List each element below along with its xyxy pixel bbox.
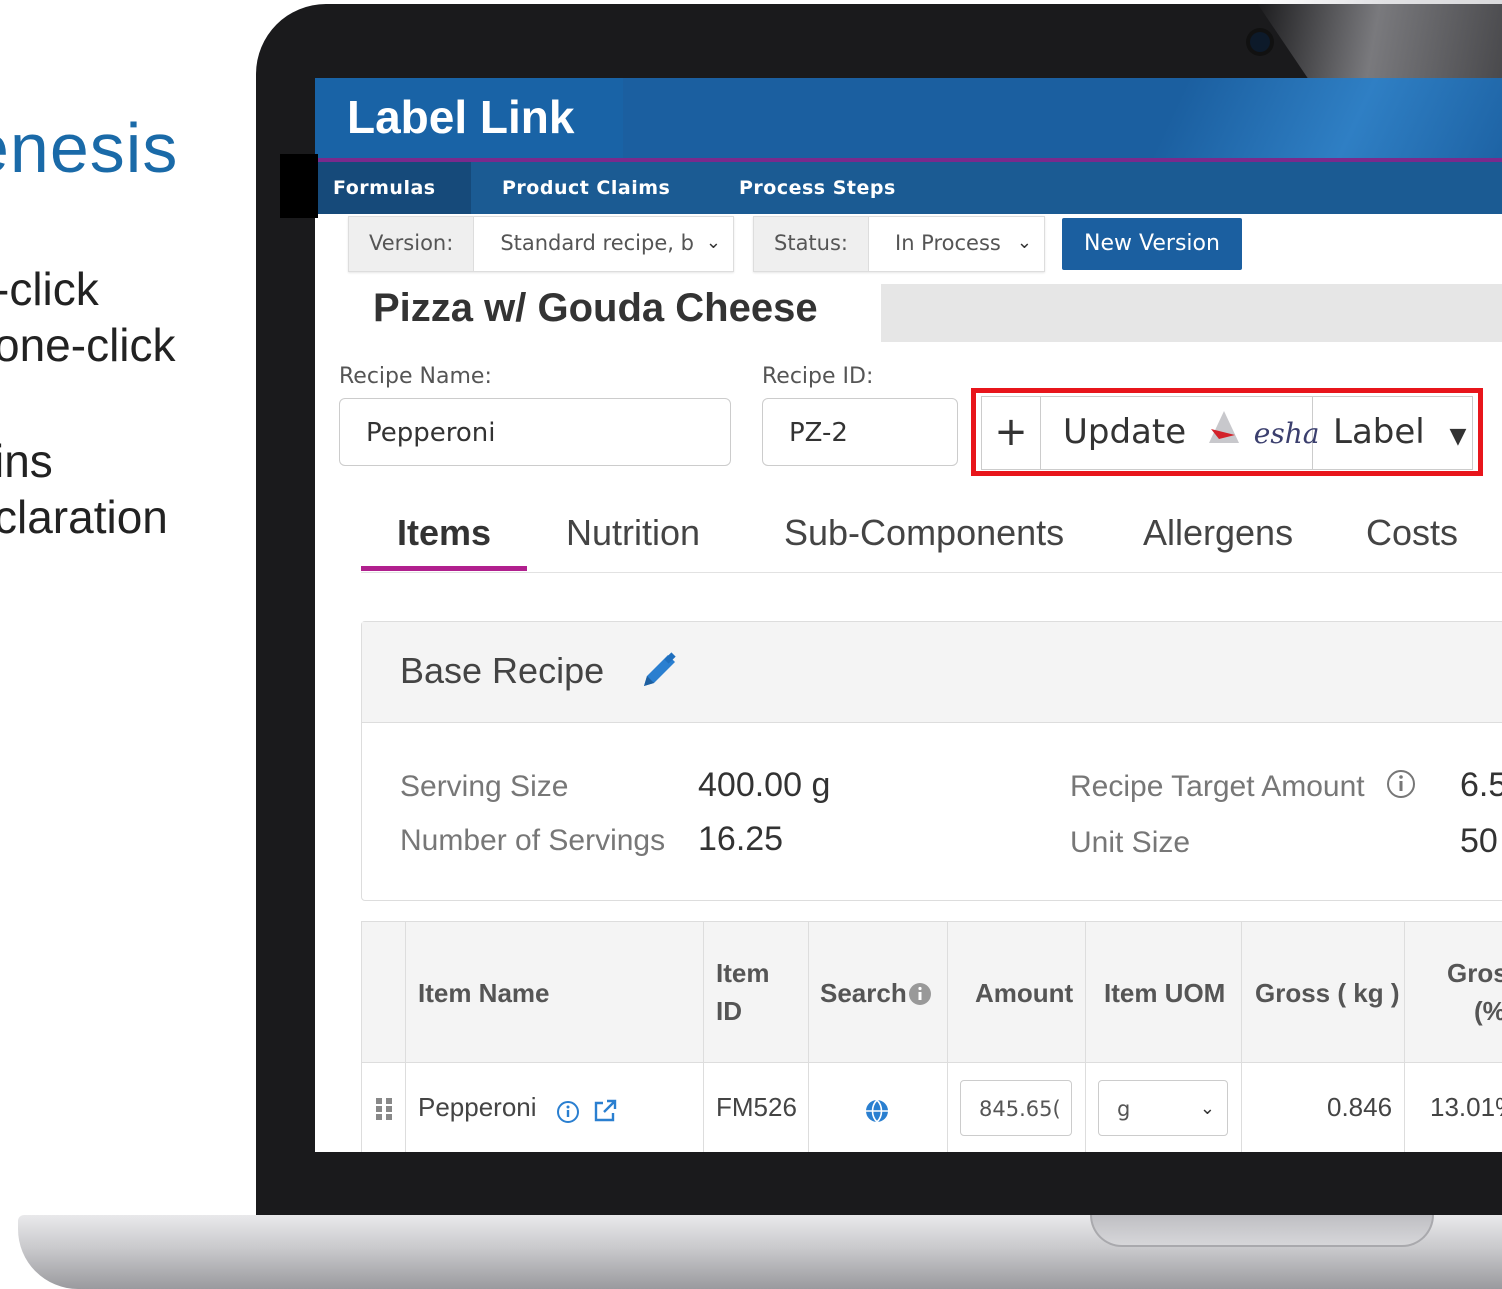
tabs-divider bbox=[361, 572, 1502, 573]
row-item-name: Pepperoni bbox=[418, 1092, 537, 1122]
column-divider bbox=[405, 922, 406, 1152]
slide-title: enesis bbox=[0, 109, 179, 187]
base-recipe-title: Base Recipe bbox=[400, 650, 605, 691]
row-gross-pct: 13.01% bbox=[1430, 1092, 1502, 1122]
row-gross-kg: 0.846 bbox=[1327, 1092, 1393, 1122]
camera-icon bbox=[1250, 32, 1270, 52]
chevron-down-icon: ⌄ bbox=[1016, 232, 1032, 253]
version-select[interactable]: Version: Standard recipe, b ⌄ bbox=[348, 216, 734, 272]
col-gross-kg[interactable]: Gross ( kg ) bbox=[1255, 974, 1399, 1012]
status-label: Status: bbox=[754, 217, 869, 271]
recipe-name-label: Recipe Name: bbox=[339, 364, 492, 389]
column-divider bbox=[1241, 922, 1242, 1152]
col-item-uom[interactable]: Item UOM bbox=[1104, 974, 1225, 1012]
col-search[interactable]: Search bbox=[820, 974, 907, 1012]
slide-bullet-2: one-click bbox=[0, 319, 176, 371]
active-tab-indicator bbox=[361, 566, 527, 571]
nav-product-claims[interactable]: Product Claims bbox=[502, 162, 670, 214]
col-item-id-line1[interactable]: Item bbox=[716, 954, 769, 992]
unit-size-label: Unit Size bbox=[1070, 826, 1191, 859]
status-value[interactable]: In Process ⌄ bbox=[869, 217, 1044, 271]
servings-label: Number of Servings bbox=[400, 824, 666, 857]
col-amount[interactable]: Amount bbox=[975, 974, 1073, 1012]
info-filled-icon[interactable] bbox=[908, 982, 932, 1010]
pencil-icon[interactable] bbox=[638, 650, 680, 696]
slide-bullet-1: -click bbox=[0, 263, 99, 315]
info-icon[interactable] bbox=[1385, 768, 1417, 804]
drag-handle-icon[interactable] bbox=[374, 1096, 394, 1126]
base-recipe-panel: Base Recipe Serving Size 400.00 g Number… bbox=[361, 621, 1502, 901]
main-nav: Formulas Product Claims Process Steps bbox=[315, 162, 1502, 214]
col-item-id-line2[interactable]: ID bbox=[716, 992, 742, 1030]
nav-process-steps[interactable]: Process Steps bbox=[739, 162, 896, 214]
target-amount-value: 6.5 bbox=[1460, 766, 1502, 804]
col-gross-pct-line2[interactable]: (% bbox=[1474, 992, 1502, 1030]
tab-costs[interactable]: Costs bbox=[1366, 512, 1458, 554]
amount-input[interactable]: 845.65( bbox=[960, 1080, 1072, 1136]
title-bar bbox=[881, 284, 1502, 342]
column-divider bbox=[1404, 922, 1405, 1152]
slide-bullet-4: claration bbox=[0, 491, 168, 543]
recipe-id-input[interactable]: PZ-2 bbox=[762, 398, 958, 466]
chevron-down-icon: ⌄ bbox=[705, 232, 721, 253]
status-select[interactable]: Status: In Process ⌄ bbox=[753, 216, 1045, 272]
unit-size-value: 50 bbox=[1460, 822, 1498, 860]
column-divider bbox=[1085, 922, 1086, 1152]
chevron-down-icon: ⌄ bbox=[1199, 1098, 1215, 1119]
uom-select[interactable]: g ⌄ bbox=[1098, 1080, 1228, 1136]
uom-value: g bbox=[1117, 1097, 1131, 1121]
recipe-name-input[interactable]: Pepperoni bbox=[339, 398, 731, 466]
col-item-name[interactable]: Item Name bbox=[418, 974, 550, 1012]
tab-nutrition[interactable]: Nutrition bbox=[566, 512, 700, 554]
bezel-tab bbox=[280, 154, 318, 218]
new-version-button[interactable]: New Version bbox=[1062, 218, 1242, 270]
col-gross-pct-line1[interactable]: Gros bbox=[1447, 954, 1502, 992]
page-title: Pizza w/ Gouda Cheese bbox=[373, 286, 818, 330]
tab-allergens[interactable]: Allergens bbox=[1143, 512, 1293, 554]
servings-value: 16.25 bbox=[698, 820, 784, 858]
version-value-text: Standard recipe, b bbox=[500, 231, 694, 255]
version-value[interactable]: Standard recipe, b ⌄ bbox=[474, 217, 733, 271]
target-amount-label: Recipe Target Amount bbox=[1070, 770, 1365, 803]
serving-size-label: Serving Size bbox=[400, 770, 569, 803]
row-item-id: FM526 bbox=[716, 1092, 797, 1122]
column-divider bbox=[703, 922, 704, 1152]
highlight-frame bbox=[971, 388, 1483, 476]
column-divider bbox=[808, 922, 809, 1152]
tab-items[interactable]: Items bbox=[397, 512, 491, 554]
recipe-id-label: Recipe ID: bbox=[762, 364, 874, 389]
status-value-text: In Process bbox=[895, 231, 1001, 255]
header-gradient bbox=[625, 78, 1502, 162]
app-screen: Label Link Formulas Product Claims Proce… bbox=[315, 78, 1502, 1152]
version-label: Version: bbox=[349, 217, 475, 271]
app-brand[interactable]: Label Link bbox=[347, 90, 574, 144]
info-icon[interactable] bbox=[556, 1100, 580, 1128]
items-table: Item Name Item ID Search Amount Item UOM… bbox=[361, 921, 1502, 1152]
tab-sub-components[interactable]: Sub-Components bbox=[784, 512, 1064, 554]
external-link-icon[interactable] bbox=[592, 1098, 618, 1128]
slide-bullet-3: ins bbox=[0, 435, 53, 487]
nav-formulas[interactable]: Formulas bbox=[315, 162, 471, 214]
serving-size-value: 400.00 g bbox=[698, 766, 831, 804]
column-divider bbox=[947, 922, 948, 1152]
globe-icon[interactable] bbox=[864, 1098, 890, 1128]
laptop-base-notch bbox=[1090, 1215, 1434, 1247]
